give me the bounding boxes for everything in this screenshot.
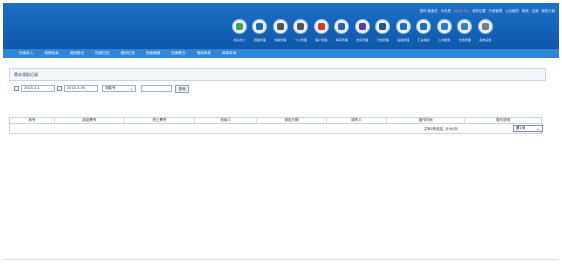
filter-bar: 2015-3-1 2015-3-30 领取号 ⌄ 查询 — [14, 84, 189, 93]
col-receive-date: 领用日期 — [257, 118, 327, 123]
nav-item[interactable]: 借阅审批 — [197, 49, 211, 58]
calendar-icon[interactable] — [57, 86, 62, 91]
module-button[interactable]: 考勤管理 — [270, 17, 291, 49]
module-label: 设备管理 — [397, 38, 410, 42]
calendar-icon[interactable] — [14, 86, 19, 91]
today-label: 今天是 — [440, 9, 451, 13]
table-header: 序号 起始票号 终止票号 领用人 领用日期 操作人 操作时间 操作说明 — [9, 117, 542, 124]
doc-icon — [457, 19, 473, 34]
top-links: 您好 韩爱芬 今天是 2015-3-2 我的位置 行政管理 公共服务 刷新 注销… — [420, 7, 555, 15]
chevron-down-icon: ⌄ — [129, 86, 133, 91]
nav-item[interactable]: 档案归还 — [95, 49, 109, 58]
module-label: 考勤管理 — [274, 38, 287, 42]
contract-icon — [354, 19, 370, 34]
nav-item[interactable]: 简单查询 — [222, 49, 236, 58]
col-receiver: 领用人 — [195, 118, 257, 123]
module-button[interactable]: 汇总报表 — [414, 17, 435, 49]
service-link[interactable]: 公共服务 — [505, 7, 519, 15]
module-button[interactable]: 个人管理 — [291, 17, 312, 49]
power-icon — [293, 19, 309, 34]
module-label: 公共服务 — [438, 38, 451, 42]
module-toolbar: 共享办公 流程管理 考勤管理 个人管理 客户管理 库存管理 合同管理 日常管理 设备管理 汇总报表… — [229, 17, 559, 49]
panel-header: 票本领取记录 — [9, 68, 546, 81]
page-title: 票本领取记录 — [14, 72, 38, 77]
module-button[interactable]: 系统设置 — [475, 17, 496, 49]
logout-link[interactable]: 注销 — [532, 7, 539, 15]
module-label: 个人管理 — [294, 38, 307, 42]
greeting: 您好 韩爱芬 — [419, 9, 438, 13]
module-label: 文档管理 — [458, 38, 471, 42]
nav-bar: 档案录入 档案检索 借阅登记 档案归还 借阅记录 档案编辑 档案移交 借阅审批 … — [3, 49, 559, 58]
field-select-value: 领取号 — [105, 86, 116, 90]
people-icon — [231, 19, 247, 34]
stock-icon — [334, 19, 350, 34]
settings-icon — [477, 19, 493, 34]
service-icon — [436, 19, 452, 34]
module-label: 客户管理 — [315, 38, 328, 42]
today-date: 2015-3-2 — [453, 9, 470, 13]
col-index: 序号 — [10, 118, 55, 123]
col-operator: 操作人 — [327, 118, 387, 123]
module-label: 系统设置 — [479, 38, 492, 42]
header-banner: 您好 韩爱芬 今天是 2015-3-2 我的位置 行政管理 公共服务 刷新 注销… — [3, 3, 559, 49]
divider — [3, 259, 559, 260]
admin-link[interactable]: 行政管理 — [489, 7, 503, 15]
location-link[interactable]: 我的位置 — [472, 7, 486, 15]
nav-item[interactable]: 档案录入 — [19, 49, 33, 58]
module-button[interactable]: 流程管理 — [250, 17, 271, 49]
chevron-down-icon: ⌄ — [536, 126, 540, 131]
refresh-link[interactable]: 刷新 — [522, 7, 529, 15]
pager-row: 共有0条信息, 分为0页 第1页 ⌄ — [9, 124, 543, 134]
module-button[interactable]: 合同管理 — [352, 17, 373, 49]
end-date-field[interactable]: 2015-3-30 — [64, 85, 98, 92]
col-op-time: 操作时间 — [387, 118, 465, 123]
nav-item[interactable]: 借阅记录 — [121, 49, 135, 58]
nav-item[interactable]: 档案编辑 — [146, 49, 160, 58]
app-window: 您好 韩爱芬 今天是 2015-3-2 我的位置 行政管理 公共服务 刷新 注销… — [0, 0, 562, 268]
module-button[interactable]: 客户管理 — [311, 17, 332, 49]
module-button[interactable]: 日常管理 — [373, 17, 394, 49]
col-end-no: 终止票号 — [125, 118, 195, 123]
module-label: 共享办公 — [233, 38, 246, 42]
subscribe-link[interactable]: 我的订阅 — [541, 7, 555, 15]
start-date-field[interactable]: 2015-3-1 — [21, 85, 55, 92]
clock-icon — [272, 19, 288, 34]
page-select[interactable]: 第1页 ⌄ — [513, 125, 543, 132]
crm-icon — [313, 19, 329, 34]
module-button[interactable]: 文档管理 — [455, 17, 476, 49]
module-button[interactable]: 公共服务 — [434, 17, 455, 49]
daily-icon — [375, 19, 391, 34]
module-label: 日常管理 — [376, 38, 389, 42]
keyword-input[interactable] — [141, 85, 172, 92]
module-button[interactable]: 共享办公 — [229, 17, 250, 49]
device-icon — [395, 19, 411, 34]
nav-item[interactable]: 档案移交 — [171, 49, 185, 58]
module-label: 汇总报表 — [417, 38, 430, 42]
page-select-value: 第1页 — [516, 126, 526, 130]
nav-item[interactable]: 借阅登记 — [70, 49, 84, 58]
flow-icon — [252, 19, 268, 34]
col-start-no: 起始票号 — [55, 118, 125, 123]
field-select[interactable]: 领取号 ⌄ — [102, 85, 136, 92]
pager-summary: 共有0条信息, 分为0页 — [424, 127, 458, 131]
col-op-note: 操作说明 — [496, 118, 510, 122]
nav-item[interactable]: 档案检索 — [44, 49, 58, 58]
module-label: 流程管理 — [253, 38, 266, 42]
module-label: 合同管理 — [356, 38, 369, 42]
query-button[interactable]: 查询 — [175, 84, 189, 93]
module-button[interactable]: 库存管理 — [332, 17, 353, 49]
report-icon — [416, 19, 432, 34]
module-label: 库存管理 — [335, 38, 348, 42]
module-button[interactable]: 设备管理 — [393, 17, 414, 49]
